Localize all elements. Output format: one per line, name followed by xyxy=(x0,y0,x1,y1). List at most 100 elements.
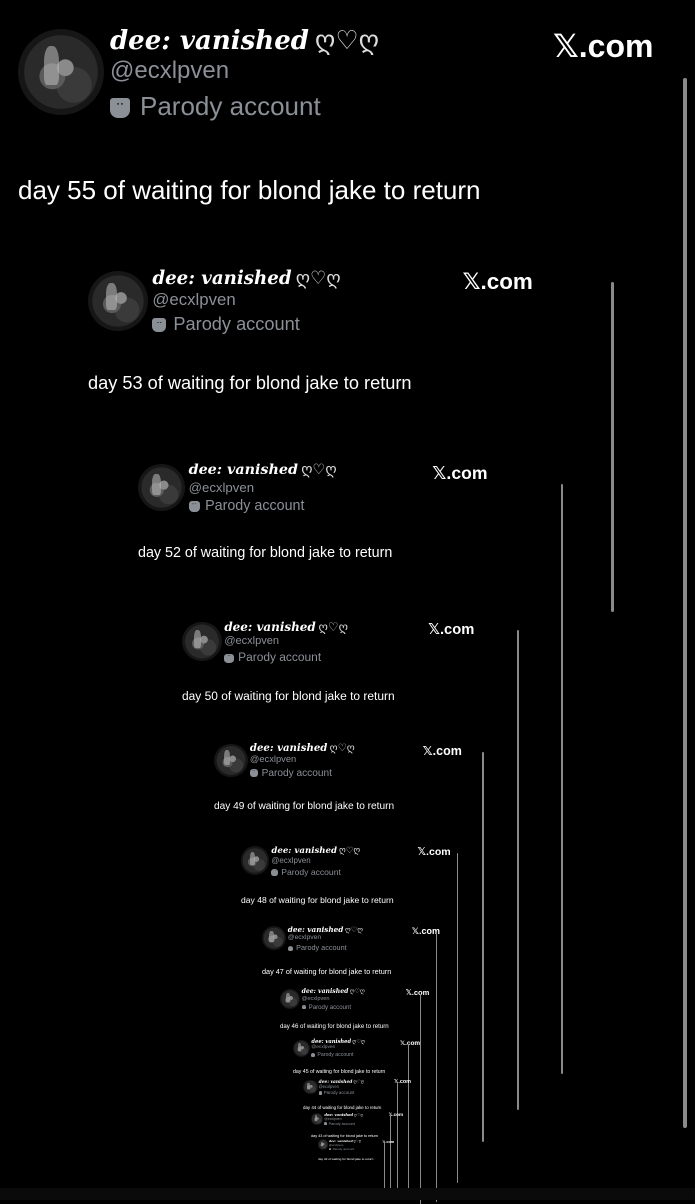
display-name[interactable]: dee: vanishedღ♡ღ xyxy=(288,925,363,934)
x-com-watermark: 𝕏.com xyxy=(428,621,475,638)
parody-label-text: Parody account xyxy=(261,767,332,779)
scrollbar-5 xyxy=(457,853,459,1183)
display-name[interactable]: dee: vanishedღ♡ღ xyxy=(110,25,379,56)
mask-icon: ˙˙ xyxy=(224,653,234,663)
scrollbar-0 xyxy=(683,78,687,1128)
display-name[interactable]: dee: vanishedღ♡ღ xyxy=(224,620,348,634)
avatar[interactable] xyxy=(18,29,104,115)
handle[interactable]: @ecxlpven xyxy=(110,57,229,85)
mask-icon: ˙˙ xyxy=(152,318,167,333)
parody-label: ˙˙ Parody account xyxy=(152,314,300,335)
mask-icon: ˙˙ xyxy=(110,98,130,119)
x-com-watermark: 𝕏.com xyxy=(553,28,654,64)
parody-label: ˙˙ Parody account xyxy=(224,650,321,664)
name-decoration: ღ♡ღ xyxy=(352,1039,366,1045)
scrollbar-11 xyxy=(384,1141,385,1191)
display-name[interactable]: dee: vanishedღ♡ღ xyxy=(302,988,365,995)
parody-label: ˙˙ Parody account xyxy=(249,767,332,779)
avatar[interactable] xyxy=(241,846,270,875)
name-decoration: ღ♡ღ xyxy=(301,462,337,478)
name-decoration: ღ♡ღ xyxy=(329,743,355,754)
display-name-text: dee: vanished xyxy=(110,26,309,56)
parody-label: ˙˙ Parody account xyxy=(318,1090,354,1095)
scrollbar-6 xyxy=(436,932,438,1202)
x-com-watermark: 𝕏.com xyxy=(422,743,462,758)
parody-label: ˙˙ Parody account xyxy=(188,498,304,514)
avatar[interactable] xyxy=(311,1112,324,1126)
x-com-watermark: 𝕏.com xyxy=(405,988,430,998)
mask-icon: ˙˙ xyxy=(249,769,258,777)
scrollbar-2 xyxy=(561,484,564,1074)
name-decoration: ღ♡ღ xyxy=(353,1139,362,1143)
handle[interactable]: @ecxlpven xyxy=(311,1045,335,1050)
scrollbar-1 xyxy=(611,282,614,612)
avatar[interactable] xyxy=(303,1079,318,1095)
handle[interactable]: @ecxlpven xyxy=(189,480,254,495)
scrollbar-7 xyxy=(420,994,421,1204)
handle[interactable]: @ecxlpven xyxy=(302,996,330,1002)
post-text: day 53 of waiting for blond jake to retu… xyxy=(88,373,412,393)
handle[interactable]: @ecxlpven xyxy=(271,856,310,865)
parody-label-text: Parody account xyxy=(281,866,341,877)
avatar[interactable] xyxy=(262,926,287,951)
parody-label-text: Parody account xyxy=(296,943,347,953)
mask-icon: ˙˙ xyxy=(287,945,294,952)
avatar[interactable] xyxy=(138,464,186,512)
handle[interactable]: @ecxlpven xyxy=(319,1084,339,1089)
display-name-text: dee: vanished xyxy=(188,462,298,478)
parody-label-text: Parody account xyxy=(308,1003,352,1011)
name-decoration: ღ♡ღ xyxy=(295,268,341,288)
handle[interactable]: @ecxlpven xyxy=(324,1117,341,1121)
parody-label-text: Parody account xyxy=(317,1052,354,1059)
scrollbar-4 xyxy=(482,752,484,1142)
parody-label: ˙˙ Parody account xyxy=(110,91,321,122)
handle[interactable]: @ecxlpven xyxy=(250,754,296,764)
post-text: day 42 of waiting for blond jake to retu… xyxy=(318,1157,374,1161)
parody-label: ˙˙ Parody account xyxy=(324,1122,355,1126)
handle[interactable]: @ecxlpven xyxy=(288,934,321,941)
post-text: day 45 of waiting for blond jake to retu… xyxy=(293,1069,386,1075)
display-name-text: dee: vanished xyxy=(287,925,344,934)
display-name-text: dee: vanished xyxy=(271,846,337,856)
handle[interactable]: @ecxlpven xyxy=(224,635,279,647)
parody-label-text: Parody account xyxy=(332,1146,355,1151)
x-com-watermark: 𝕏.com xyxy=(417,845,451,858)
post-text: day 44 of waiting for blond jake to retu… xyxy=(303,1104,382,1110)
display-name[interactable]: dee: vanishedღ♡ღ xyxy=(152,268,340,289)
avatar[interactable] xyxy=(182,621,222,662)
x-com-watermark: 𝕏.com xyxy=(432,463,488,484)
avatar[interactable] xyxy=(280,988,301,1010)
display-name[interactable]: dee: vanishedღ♡ღ xyxy=(250,742,355,754)
display-name[interactable]: dee: vanishedღ♡ღ xyxy=(189,462,337,478)
mask-icon: ˙˙ xyxy=(324,1122,328,1126)
avatar[interactable] xyxy=(88,270,149,331)
display-name[interactable]: dee: vanishedღ♡ღ xyxy=(271,845,360,856)
avatar[interactable] xyxy=(214,743,248,778)
post-text: day 52 of waiting for blond jake to retu… xyxy=(138,544,393,561)
scrollbar-10 xyxy=(390,1115,391,1195)
name-decoration: ღ♡ღ xyxy=(314,25,380,55)
handle[interactable]: @ecxlpven xyxy=(152,290,235,310)
post-text: day 43 of waiting for blond jake to retu… xyxy=(311,1133,378,1138)
x-com-watermark: 𝕏.com xyxy=(400,1040,421,1048)
name-decoration: ღ♡ღ xyxy=(353,1079,365,1084)
parody-label: ˙˙ Parody account xyxy=(271,867,341,877)
mask-icon: ˙˙ xyxy=(271,869,278,876)
x-com-watermark: 𝕏.com xyxy=(462,269,533,295)
name-decoration: ღ♡ღ xyxy=(354,1113,364,1117)
parody-label-text: Parody account xyxy=(238,650,322,665)
parody-label-text: Parody account xyxy=(140,91,321,121)
post-text: day 46 of waiting for blond jake to retu… xyxy=(280,1023,389,1031)
name-decoration: ღ♡ღ xyxy=(318,620,349,634)
display-name-text: dee: vanished xyxy=(152,268,292,289)
mask-icon: ˙˙ xyxy=(311,1052,316,1057)
avatar[interactable] xyxy=(293,1039,311,1057)
post-text: day 55 of waiting for blond jake to retu… xyxy=(18,175,481,205)
display-name-text: dee: vanished xyxy=(224,620,316,634)
avatar[interactable] xyxy=(318,1139,329,1150)
display-name-text: dee: vanished xyxy=(249,742,328,754)
name-decoration: ღ♡ღ xyxy=(345,925,363,934)
post-text: day 47 of waiting for blond jake to retu… xyxy=(262,967,392,976)
scrollbar-9 xyxy=(397,1083,398,1193)
parody-label: ˙˙ Parody account xyxy=(287,943,347,953)
